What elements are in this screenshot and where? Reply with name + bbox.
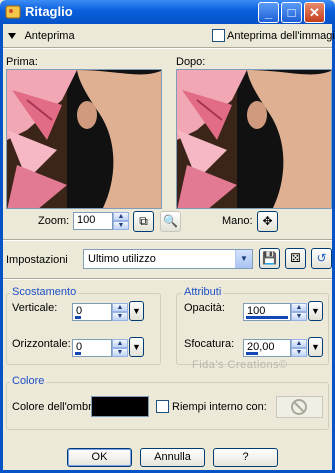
opacity-label: Opacità: bbox=[184, 302, 225, 314]
opacity-slider-button[interactable]: ▼ bbox=[308, 301, 323, 321]
dice-icon: ⚄ bbox=[290, 251, 301, 265]
pan-label: Mano: bbox=[222, 215, 253, 227]
blur-input[interactable]: 20,00 bbox=[243, 339, 291, 357]
zoom-label: Zoom: bbox=[38, 215, 70, 227]
attributes-group-title: Attributi bbox=[182, 286, 224, 298]
blur-slider-bar bbox=[246, 352, 258, 355]
spin-up-icon[interactable]: ▲ bbox=[291, 339, 307, 348]
arrow-down-icon: ▼ bbox=[311, 342, 320, 352]
offset-group-title: Scostamento bbox=[10, 286, 79, 298]
divider bbox=[3, 47, 332, 49]
settings-selected-value: Ultimo utilizzo bbox=[88, 253, 156, 265]
spin-down-icon[interactable]: ▼ bbox=[112, 312, 128, 321]
zoom-magnifier-button[interactable]: 🔍 bbox=[160, 211, 181, 232]
pan-button[interactable]: ✥ bbox=[257, 211, 278, 232]
spin-up-icon[interactable]: ▲ bbox=[113, 212, 129, 221]
zoom-stepper[interactable]: ▲ ▼ bbox=[113, 212, 129, 230]
window-title: Ritaglio bbox=[25, 4, 73, 19]
color-group-title: Colore bbox=[10, 375, 47, 387]
spin-up-icon[interactable]: ▲ bbox=[112, 303, 128, 312]
before-image bbox=[7, 70, 161, 208]
move-cross-icon: ✥ bbox=[262, 214, 273, 228]
zoom-value: 100 bbox=[77, 214, 96, 226]
opacity-slider-bar bbox=[246, 316, 288, 319]
cancel-button[interactable]: Annulla bbox=[140, 448, 205, 467]
arrow-down-icon: ▼ bbox=[132, 342, 141, 352]
spin-up-icon[interactable]: ▲ bbox=[291, 303, 307, 312]
vertical-label: Verticale: bbox=[12, 302, 58, 314]
magnifier-icon: 🔍 bbox=[163, 214, 178, 228]
spin-down-icon[interactable]: ▼ bbox=[113, 221, 129, 230]
arrow-down-icon: ▼ bbox=[132, 306, 141, 316]
app-icon bbox=[5, 5, 21, 19]
save-disk-icon: 💾 bbox=[262, 251, 277, 265]
collapse-triangle-icon bbox=[8, 33, 16, 40]
minimize-button[interactable]: _ bbox=[258, 2, 279, 23]
opacity-stepper[interactable]: ▲ ▼ bbox=[291, 303, 307, 321]
spin-up-icon[interactable]: ▲ bbox=[112, 339, 128, 348]
blur-label: Sfocatura: bbox=[184, 338, 235, 350]
reset-icon: ↺ bbox=[316, 251, 327, 265]
preview-on-image-label: Anteprima dell'immagine bbox=[227, 30, 335, 42]
save-preset-button[interactable]: 💾 bbox=[259, 248, 280, 269]
opacity-input[interactable]: 100 bbox=[243, 303, 291, 321]
fill-color-swatch[interactable] bbox=[276, 396, 323, 418]
fill-interior-label: Riempi interno con: bbox=[172, 401, 267, 413]
help-button[interactable]: ? bbox=[213, 448, 278, 467]
spin-down-icon[interactable]: ▼ bbox=[291, 312, 307, 321]
horizontal-slider-bar bbox=[75, 352, 81, 355]
watermark: Fida's Creations© bbox=[192, 359, 288, 371]
ok-button[interactable]: OK bbox=[67, 448, 132, 467]
divider bbox=[3, 239, 332, 241]
after-label: Dopo: bbox=[176, 56, 206, 68]
horizontal-input[interactable]: 0 bbox=[72, 339, 112, 357]
settings-select[interactable]: Ultimo utilizzo ▼ bbox=[83, 249, 253, 269]
randomize-button[interactable]: ⚄ bbox=[285, 248, 306, 269]
settings-label: Impostazioni bbox=[6, 254, 68, 266]
before-label: Prima: bbox=[6, 56, 38, 68]
preview-toggle-label: Anteprima bbox=[24, 30, 75, 42]
close-button[interactable]: ✕ bbox=[304, 2, 325, 23]
blur-slider-button[interactable]: ▼ bbox=[308, 337, 323, 357]
chevron-down-icon[interactable]: ▼ bbox=[235, 250, 252, 268]
spin-down-icon[interactable]: ▼ bbox=[112, 348, 128, 357]
no-color-icon bbox=[291, 399, 307, 415]
zoom-fit-button[interactable]: ⧉ bbox=[133, 211, 154, 232]
fit-window-icon: ⧉ bbox=[139, 214, 148, 228]
spin-down-icon[interactable]: ▼ bbox=[291, 348, 307, 357]
shadow-color-swatch[interactable] bbox=[91, 396, 149, 417]
preview-toggle[interactable]: Anteprima bbox=[8, 30, 75, 42]
vertical-stepper[interactable]: ▲ ▼ bbox=[112, 303, 128, 321]
vertical-slider-bar bbox=[75, 316, 81, 319]
maximize-button[interactable]: □ bbox=[281, 2, 302, 23]
reset-button[interactable]: ↺ bbox=[311, 248, 332, 269]
vertical-input[interactable]: 0 bbox=[72, 303, 112, 321]
horizontal-stepper[interactable]: ▲ ▼ bbox=[112, 339, 128, 357]
after-image bbox=[177, 70, 331, 208]
fill-interior-checkbox[interactable] bbox=[156, 400, 169, 413]
divider bbox=[3, 278, 332, 280]
blur-stepper[interactable]: ▲ ▼ bbox=[291, 339, 307, 357]
shadow-color-label: Colore dell'ombra: bbox=[12, 401, 101, 413]
before-preview-image[interactable] bbox=[6, 69, 162, 209]
after-preview-image bbox=[176, 69, 332, 209]
zoom-input[interactable]: 100 bbox=[73, 212, 113, 230]
title-bar: Ritaglio _ □ ✕ bbox=[0, 0, 335, 24]
horizontal-slider-button[interactable]: ▼ bbox=[129, 337, 144, 357]
vertical-slider-button[interactable]: ▼ bbox=[129, 301, 144, 321]
horizontal-label: Orizzontale: bbox=[12, 338, 71, 350]
arrow-down-icon: ▼ bbox=[311, 306, 320, 316]
preview-on-image-checkbox[interactable] bbox=[212, 29, 225, 42]
